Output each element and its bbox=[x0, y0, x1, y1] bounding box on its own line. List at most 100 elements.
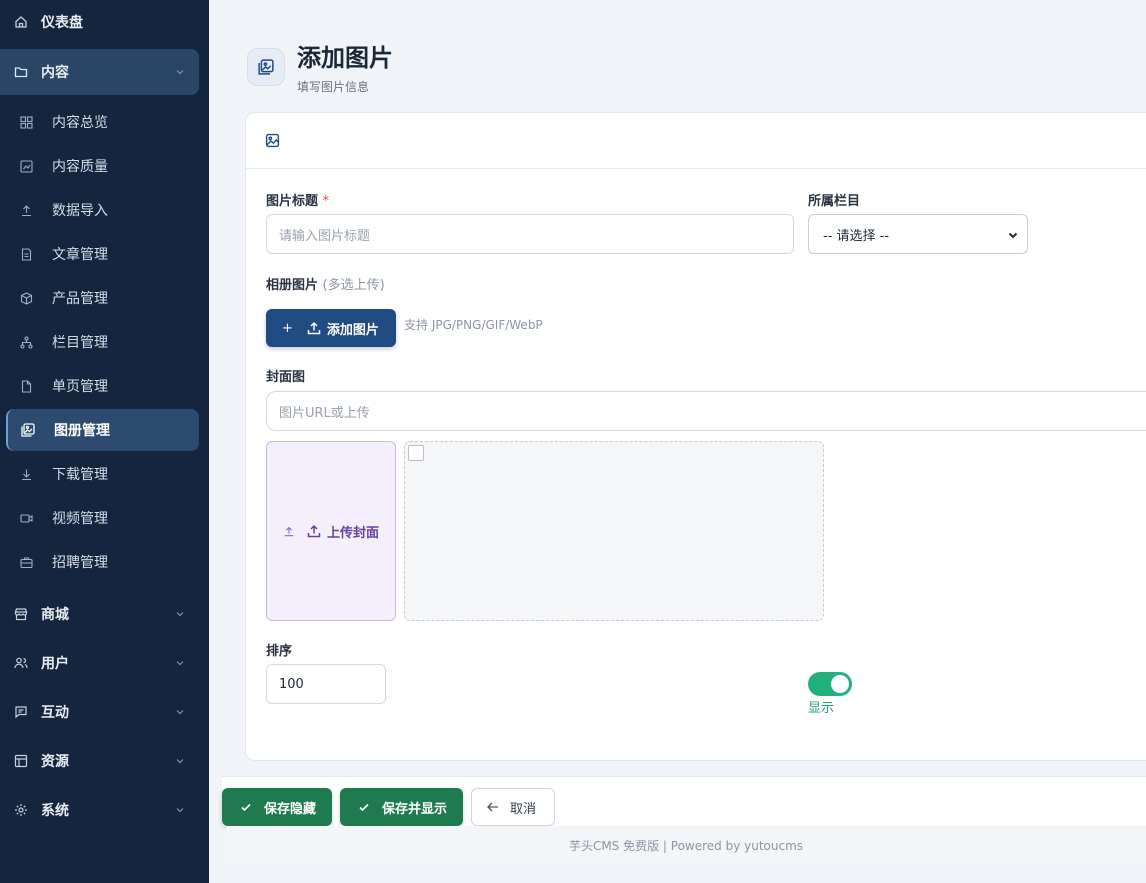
upload-icon bbox=[18, 202, 34, 218]
sidebar-item-content-quality[interactable]: 内容质量 bbox=[6, 145, 199, 187]
category-label: 所属栏目 bbox=[808, 194, 861, 209]
nav-group-shop-label: 商城 bbox=[41, 607, 69, 623]
sidebar-item-label: 内容总览 bbox=[52, 115, 108, 131]
broken-image-icon bbox=[408, 445, 424, 461]
sidebar-item-label: 数据导入 bbox=[52, 203, 108, 219]
upload-icon bbox=[307, 321, 321, 335]
gallery-icon bbox=[258, 59, 274, 75]
sidebar-item-products[interactable]: 产品管理 bbox=[6, 277, 199, 319]
cover-label: 封面图 bbox=[266, 370, 306, 385]
title-label: 图片标题 * bbox=[266, 194, 330, 209]
sidebar-item-label: 图册管理 bbox=[54, 423, 110, 439]
nav-group-users-label: 用户 bbox=[41, 656, 69, 672]
sidebar-item-pages[interactable]: 单页管理 bbox=[6, 365, 199, 407]
download-icon bbox=[18, 466, 34, 482]
message-icon bbox=[12, 703, 30, 721]
sitemap-icon bbox=[18, 334, 34, 350]
cancel-label: 取消 bbox=[510, 801, 537, 817]
sidebar: 仪表盘 内容 内容总览 内容质量 数据导入 文章管理 产品管理 栏目管理 单页管… bbox=[0, 0, 209, 883]
nav-group-resources-label: 资源 bbox=[41, 754, 69, 770]
add-image-button[interactable]: + 添加图片 bbox=[266, 309, 396, 347]
store-icon bbox=[12, 605, 30, 623]
sidebar-item-label: 内容质量 bbox=[52, 159, 108, 175]
category-selected: -- 请选择 -- bbox=[823, 228, 890, 244]
support-formats-text: 支持 JPG/PNG/GIF/WebP bbox=[404, 318, 543, 332]
nav-group-content[interactable]: 内容 bbox=[0, 49, 199, 95]
required-mark: * bbox=[322, 194, 330, 209]
upload-cover-button[interactable]: 上传封面 bbox=[266, 441, 396, 621]
nav-group-system-label: 系统 bbox=[41, 803, 69, 819]
save-hidden-button[interactable]: 保存隐藏 bbox=[222, 788, 332, 826]
chart-icon bbox=[18, 158, 34, 174]
chevron-down-icon bbox=[176, 808, 184, 813]
copyright-footer: 芋头CMS 免费版 | Powered by yutoucms bbox=[226, 826, 1146, 864]
nav-group-users[interactable]: 用户 bbox=[0, 640, 199, 686]
folder-icon bbox=[12, 63, 30, 81]
plus-icon: + bbox=[282, 320, 293, 336]
users-icon bbox=[12, 654, 30, 672]
video-icon bbox=[18, 510, 34, 526]
sidebar-item-label: 视频管理 bbox=[52, 511, 108, 527]
sidebar-item-label: 文章管理 bbox=[52, 247, 108, 263]
title-input[interactable]: 请输入图片标题 bbox=[266, 214, 794, 254]
gear-icon bbox=[12, 801, 30, 819]
sidebar-item-articles[interactable]: 文章管理 bbox=[6, 233, 199, 275]
chevron-down-icon bbox=[1008, 232, 1018, 239]
sidebar-item-videos[interactable]: 视频管理 bbox=[6, 497, 199, 539]
grid-icon bbox=[18, 114, 34, 130]
save-show-button[interactable]: 保存并显示 bbox=[340, 788, 463, 826]
sidebar-item-label: 栏目管理 bbox=[52, 335, 108, 351]
chevron-down-icon bbox=[176, 70, 184, 75]
image-icon bbox=[265, 133, 280, 148]
chevron-down-icon bbox=[176, 759, 184, 764]
album-hint: (多选上传) bbox=[322, 278, 385, 293]
layout-icon bbox=[12, 752, 30, 770]
sidebar-item-downloads[interactable]: 下载管理 bbox=[6, 453, 199, 495]
nav-group-resources[interactable]: 资源 bbox=[0, 738, 199, 784]
add-image-label: 添加图片 bbox=[326, 322, 379, 338]
sidebar-item-content-overview[interactable]: 内容总览 bbox=[6, 101, 199, 143]
sidebar-item-jobs[interactable]: 招聘管理 bbox=[6, 541, 199, 583]
nav-group-shop[interactable]: 商城 bbox=[0, 591, 199, 637]
sort-input[interactable]: 100 bbox=[266, 664, 386, 704]
display-toggle[interactable] bbox=[808, 672, 852, 696]
upload-icon bbox=[307, 524, 321, 538]
nav-group-system[interactable]: 系统 bbox=[0, 787, 199, 833]
cover-url-input[interactable]: 图片URL或上传 bbox=[266, 391, 1146, 431]
arrow-left-icon bbox=[487, 802, 498, 812]
upload-icon bbox=[284, 526, 294, 537]
page-title: 添加图片 bbox=[297, 44, 393, 72]
save-hidden-label: 保存隐藏 bbox=[264, 801, 317, 817]
home-icon bbox=[12, 13, 30, 31]
display-label: 显示 bbox=[808, 701, 835, 716]
sidebar-item-albums[interactable]: 图册管理 bbox=[6, 409, 199, 451]
gallery-icon bbox=[20, 422, 36, 438]
nav-dashboard[interactable]: 仪表盘 bbox=[0, 0, 209, 44]
category-select[interactable]: -- 请选择 -- bbox=[808, 214, 1028, 254]
chevron-down-icon bbox=[176, 661, 184, 666]
nav-group-interact[interactable]: 互动 bbox=[0, 689, 199, 735]
sort-label: 排序 bbox=[266, 644, 293, 659]
nav-group-content-label: 内容 bbox=[41, 65, 69, 81]
check-icon bbox=[359, 803, 369, 812]
chevron-down-icon bbox=[176, 612, 184, 617]
page-header-icon bbox=[247, 48, 285, 86]
card-header bbox=[246, 113, 1146, 169]
nav-group-interact-label: 互动 bbox=[41, 705, 69, 721]
sidebar-item-label: 下载管理 bbox=[52, 467, 108, 483]
sidebar-item-columns[interactable]: 栏目管理 bbox=[6, 321, 199, 363]
toggle-knob bbox=[831, 675, 849, 693]
cancel-button[interactable]: 取消 bbox=[471, 788, 555, 826]
check-icon bbox=[241, 803, 251, 812]
upload-cover-label: 上传封面 bbox=[326, 525, 379, 541]
file-icon bbox=[18, 378, 34, 394]
sidebar-item-label: 招聘管理 bbox=[52, 555, 108, 571]
cover-preview bbox=[404, 441, 824, 621]
document-icon bbox=[18, 246, 34, 262]
sidebar-item-label: 单页管理 bbox=[52, 379, 108, 395]
save-show-label: 保存并显示 bbox=[382, 801, 448, 817]
sidebar-item-data-import[interactable]: 数据导入 bbox=[6, 189, 199, 231]
box-icon bbox=[18, 290, 34, 306]
chevron-down-icon bbox=[176, 710, 184, 715]
sidebar-item-label: 产品管理 bbox=[52, 291, 108, 307]
